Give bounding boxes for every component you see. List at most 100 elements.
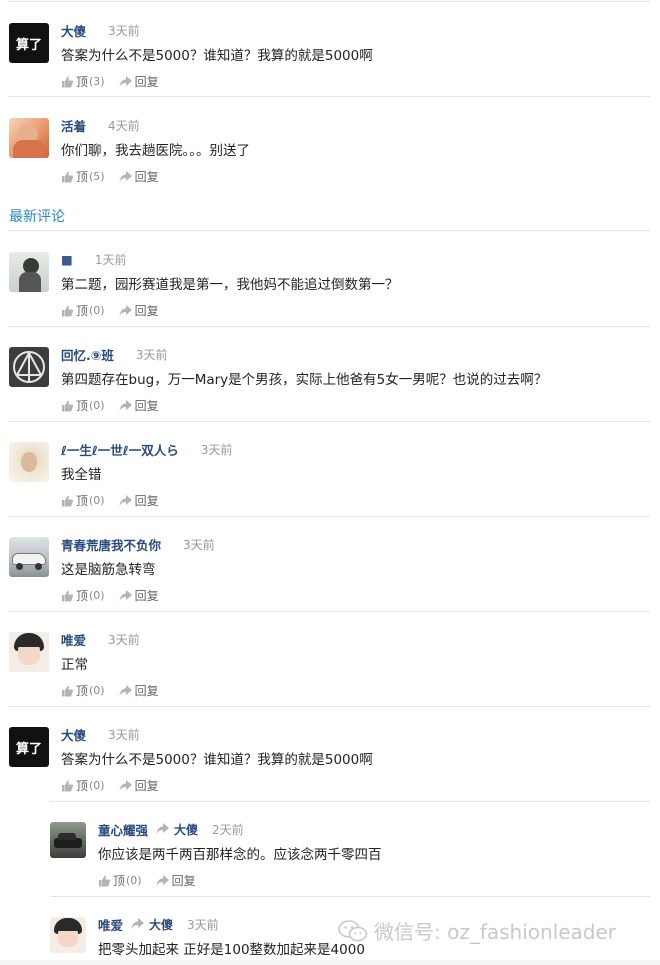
- reply-target[interactable]: 大傻: [131, 916, 173, 933]
- reply-target[interactable]: 大傻: [156, 821, 198, 838]
- reply-time: 3天前: [187, 917, 219, 932]
- upvote-button[interactable]: 顶 (0): [61, 397, 105, 414]
- comment-actions: 顶 (0) 回复: [61, 587, 173, 604]
- comment-actions: 顶 (0) 回复: [61, 492, 173, 509]
- reply-button[interactable]: 回复: [119, 587, 159, 604]
- thumb-up-icon: [62, 171, 74, 182]
- comment-author[interactable]: ℓ一生ℓ一世ℓ一双人ら: [61, 440, 179, 459]
- comment-item: 回忆.⑨班 3天前 第四题存在bug，万一Mary是个男孩，实际上他爸有5女一男…: [0, 327, 660, 421]
- reply-item: 童心耀强 大傻 2天前 你应该是两千两百那样念的。应该念两千零四百 顶 (0) …: [0, 802, 660, 896]
- comment-actions: 顶 (0) 回复: [61, 682, 173, 699]
- avatar[interactable]: 算了: [9, 727, 49, 767]
- wechat-icon: [338, 919, 368, 941]
- upvote-label: 顶: [76, 170, 89, 184]
- comment-time: 3天前: [200, 442, 233, 457]
- avatar[interactable]: [9, 537, 49, 577]
- upvote-count: (0): [89, 304, 105, 317]
- reply-arrow-icon: [119, 779, 132, 791]
- upvote-button[interactable]: 顶 (0): [61, 777, 105, 794]
- comment-text: 第二题，园形赛道我是第一，我他妈不能追过倒数第一？: [61, 277, 399, 293]
- comment-author[interactable]: 活着: [61, 116, 86, 135]
- reply-author[interactable]: 童心耀强: [98, 820, 148, 839]
- avatar[interactable]: [9, 252, 49, 292]
- upvote-label: 顶: [76, 779, 89, 793]
- upvote-button[interactable]: 顶 (0): [61, 492, 105, 509]
- comment-author[interactable]: 青春荒唐我不负你: [61, 535, 161, 554]
- upvote-label: 顶: [76, 399, 89, 413]
- comment-item: 唯爱 3天前 正常 顶 (0) 回复: [0, 612, 660, 706]
- comment-author[interactable]: 大傻: [61, 21, 86, 40]
- reply-label: 回复: [134, 494, 159, 508]
- comment-meta: 大傻 3天前: [61, 21, 140, 39]
- reply-button[interactable]: 回复: [119, 73, 159, 90]
- reply-label: 回复: [134, 304, 159, 318]
- upvote-count: (0): [89, 399, 105, 412]
- thumb-up-icon: [62, 495, 74, 506]
- reply-arrow-icon: [119, 304, 132, 316]
- comment-author[interactable]: 回忆.⑨班: [61, 345, 114, 364]
- wechat-watermark: 微信号: oz_fashionleader: [338, 916, 616, 945]
- comment-actions: 顶 (0) 回复: [61, 302, 173, 319]
- upvote-label: 顶: [76, 304, 89, 318]
- upvote-label: 顶: [76, 494, 89, 508]
- thumb-up-icon: [62, 780, 74, 791]
- comment-item: ℓ一生ℓ一世ℓ一双人ら 3天前 我全错 顶 (0) 回复: [0, 422, 660, 516]
- comment-author[interactable]: 唯爱: [61, 630, 86, 649]
- comment-text: 正常: [61, 657, 88, 673]
- reply-arrow-icon: [119, 494, 132, 506]
- upvote-button[interactable]: 顶 (5): [61, 168, 105, 185]
- upvote-count: (0): [126, 874, 142, 887]
- avatar-text: 算了: [15, 37, 42, 53]
- upvote-button[interactable]: 顶 (0): [61, 302, 105, 319]
- reply-target-name: 大傻: [174, 822, 199, 837]
- reply-button[interactable]: 回复: [119, 397, 159, 414]
- comment-text: 第四题存在bug，万一Mary是个男孩，实际上他爸有5女一男呢？也说的过去啊？: [61, 372, 548, 388]
- reply-arrow-icon: [156, 874, 169, 886]
- upvote-count: (0): [89, 494, 105, 507]
- reply-label: 回复: [134, 589, 159, 603]
- comment-meta: 唯爱 3天前: [61, 630, 140, 648]
- avatar[interactable]: [50, 917, 86, 953]
- reply-button[interactable]: 回复: [119, 682, 159, 699]
- avatar[interactable]: [50, 822, 86, 858]
- thumb-up-icon: [62, 305, 74, 316]
- avatar[interactable]: [9, 442, 49, 482]
- upvote-count: (0): [89, 779, 105, 792]
- comment-meta: 青春荒唐我不负你 3天前: [61, 535, 215, 553]
- comment-author[interactable]: ■: [61, 252, 73, 267]
- watermark-text: 微信号: oz_fashionleader: [374, 920, 617, 944]
- reply-button[interactable]: 回复: [156, 872, 196, 889]
- reply-author[interactable]: 唯爱: [98, 915, 123, 934]
- reply-button[interactable]: 回复: [119, 168, 159, 185]
- reply-button[interactable]: 回复: [119, 302, 159, 319]
- avatar[interactable]: [9, 118, 49, 158]
- avatar[interactable]: 算了: [9, 23, 49, 63]
- comment-author[interactable]: 大傻: [61, 725, 86, 744]
- comment-time: 4天前: [108, 118, 140, 133]
- reply-meta: 唯爱 大傻 3天前: [98, 915, 219, 933]
- reply-arrow-icon: [119, 684, 132, 696]
- reply-button[interactable]: 回复: [119, 492, 159, 509]
- thumb-up-icon: [62, 590, 74, 601]
- avatar[interactable]: [9, 347, 49, 387]
- thumb-up-icon: [99, 875, 111, 886]
- avatar[interactable]: [9, 632, 49, 672]
- comment-time: 3天前: [108, 23, 140, 38]
- upvote-count: (5): [89, 170, 105, 183]
- upvote-button[interactable]: 顶 (0): [61, 587, 105, 604]
- reply-actions: 顶 (0) 回复: [98, 872, 210, 889]
- comment-text: 你们聊，我去趟医院。。。别送了: [61, 143, 250, 159]
- comment-time: 1天前: [94, 252, 127, 267]
- linkin-park-logo-icon: [13, 350, 45, 383]
- reply-button[interactable]: 回复: [119, 777, 159, 794]
- upvote-label: 顶: [76, 589, 89, 603]
- upvote-button[interactable]: 顶 (0): [98, 872, 142, 889]
- upvote-button[interactable]: 顶 (3): [61, 73, 105, 90]
- reply-time: 2天前: [212, 822, 244, 837]
- upvote-button[interactable]: 顶 (0): [61, 682, 105, 699]
- comment-actions: 顶 (0) 回复: [61, 397, 173, 414]
- comment-item: 算了 大傻 3天前 答案为什么不是5000？谁知道？我算的就是5000啊 顶 (…: [0, 707, 660, 801]
- section-divider: [8, 230, 650, 231]
- comment-time: 3天前: [108, 727, 140, 742]
- avatar-text: 算了: [15, 741, 42, 757]
